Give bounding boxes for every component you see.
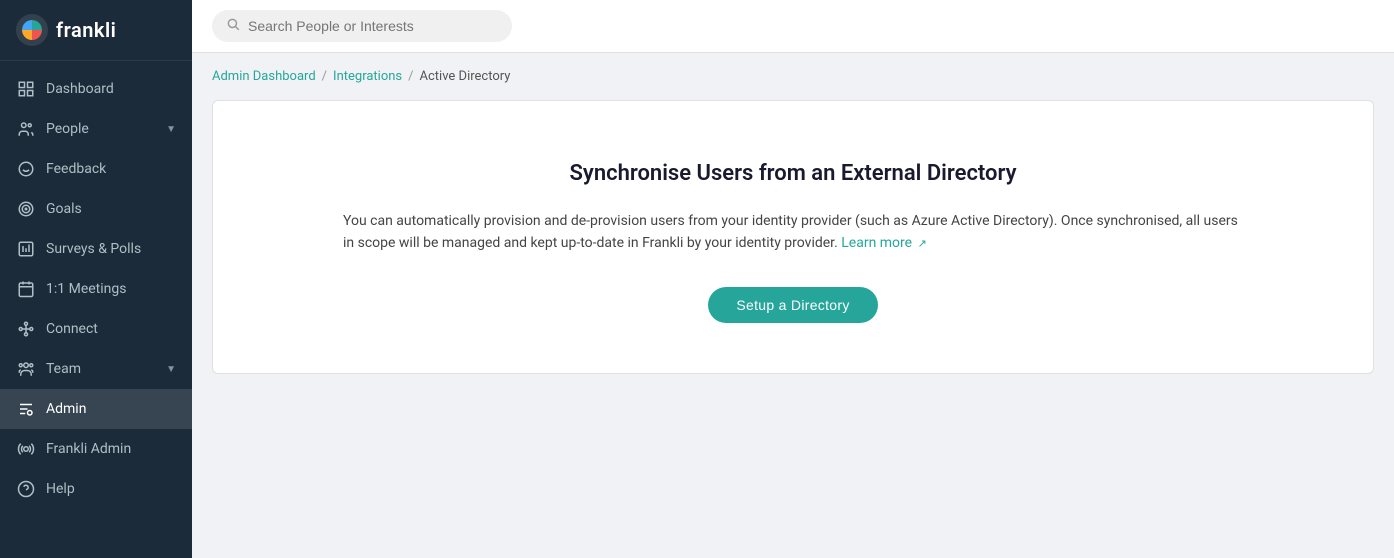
breadcrumb-active-directory: Active Directory [420, 69, 511, 84]
logo-text: frankli [56, 18, 116, 42]
sidebar-item-feedback[interactable]: Feedback [0, 149, 192, 189]
frankli-logo-icon [16, 14, 48, 46]
sidebar-item-label: 1:1 Meetings [46, 281, 126, 297]
sidebar-item-dashboard[interactable]: Dashboard [0, 69, 192, 109]
goals-icon [16, 199, 36, 219]
chevron-down-icon: ▼ [166, 124, 176, 135]
chevron-down-icon: ▼ [166, 364, 176, 375]
sidebar-item-surveys[interactable]: Surveys & Polls [0, 229, 192, 269]
sidebar-item-label: Admin [46, 401, 86, 417]
people-icon [16, 119, 36, 139]
connect-icon [16, 319, 36, 339]
sidebar-item-label: People [46, 121, 89, 137]
main-content: Admin Dashboard / Integrations / Active … [192, 0, 1394, 558]
external-link-icon: ↗ [918, 237, 927, 250]
sidebar-item-team[interactable]: Team ▼ [0, 349, 192, 389]
sidebar-item-goals[interactable]: Goals [0, 189, 192, 229]
content-area: Admin Dashboard / Integrations / Active … [192, 53, 1394, 558]
logo: frankli [0, 0, 192, 61]
sidebar-item-label: Feedback [46, 161, 106, 177]
learn-more-link[interactable]: Learn more ↗ [841, 235, 927, 251]
sidebar-item-label: Team [46, 361, 81, 377]
sidebar-item-help[interactable]: Help [0, 469, 192, 509]
sidebar-item-connect[interactable]: Connect [0, 309, 192, 349]
sidebar-item-people[interactable]: People ▼ [0, 109, 192, 149]
breadcrumb-separator-1: / [322, 69, 327, 84]
sidebar-item-label: Help [46, 481, 75, 497]
setup-directory-button[interactable]: Setup a Directory [708, 287, 877, 323]
sidebar-item-label: Dashboard [46, 81, 114, 97]
search-input[interactable] [248, 18, 488, 34]
breadcrumb-integrations[interactable]: Integrations [333, 69, 402, 84]
help-icon [16, 479, 36, 499]
sidebar-item-label: Surveys & Polls [46, 241, 141, 257]
team-icon [16, 359, 36, 379]
sidebar-item-admin[interactable]: Admin [0, 389, 192, 429]
sidebar-item-frankli-admin[interactable]: Frankli Admin [0, 429, 192, 469]
feedback-icon [16, 159, 36, 179]
sidebar-item-label: Connect [46, 321, 98, 337]
sidebar-item-meetings[interactable]: 1:1 Meetings [0, 269, 192, 309]
sync-card: Synchronise Users from an External Direc… [212, 100, 1374, 374]
admin-icon [16, 399, 36, 419]
card-title: Synchronise Users from an External Direc… [569, 161, 1016, 186]
meetings-icon [16, 279, 36, 299]
top-bar [192, 0, 1394, 53]
breadcrumb-admin-dashboard[interactable]: Admin Dashboard [212, 69, 316, 84]
breadcrumb: Admin Dashboard / Integrations / Active … [212, 69, 1374, 84]
sidebar-item-label: Goals [46, 201, 82, 217]
card-description: You can automatically provision and de-p… [343, 210, 1243, 255]
sidebar: frankli Dashboard People ▼ [0, 0, 192, 558]
sidebar-item-label: Frankli Admin [46, 441, 131, 457]
search-icon [226, 17, 240, 35]
frankli-admin-icon [16, 439, 36, 459]
breadcrumb-separator-2: / [408, 69, 413, 84]
surveys-icon [16, 239, 36, 259]
dashboard-icon [16, 79, 36, 99]
search-box[interactable] [212, 10, 512, 42]
sidebar-navigation: Dashboard People ▼ Feedback [0, 61, 192, 558]
